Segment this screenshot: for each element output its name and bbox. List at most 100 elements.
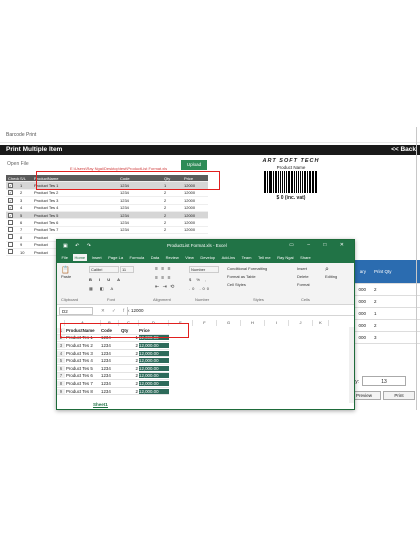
table-row[interactable]: 6 Product Tes 6 1234 2 12000 <box>6 219 208 227</box>
cell-code[interactable]: 1234 <box>101 351 119 356</box>
print-row[interactable]: 000 2 <box>347 284 420 296</box>
tab-data[interactable]: Data <box>149 254 160 261</box>
tab-add-ins[interactable]: Add-ins <box>220 254 237 261</box>
print-cell-qty[interactable]: 1 <box>368 311 420 316</box>
row-checkbox[interactable]: ✓ <box>8 183 13 189</box>
row-checkbox[interactable] <box>8 226 13 232</box>
formula-input[interactable]: 12000 <box>127 307 351 315</box>
cell-code[interactable]: 1234 <box>101 381 119 386</box>
print-cell-qty[interactable]: 2 <box>368 287 420 292</box>
number-format-select[interactable]: Number <box>189 266 219 273</box>
tab-page-la[interactable]: Page La <box>107 254 125 261</box>
row-checkbox[interactable]: ✓ <box>8 205 13 211</box>
cell-qty[interactable]: 2 <box>119 358 139 363</box>
row-checkbox[interactable] <box>8 219 13 225</box>
cell-product-name[interactable]: Product Tes 4 <box>65 358 101 363</box>
search-icon[interactable]: ⌕ <box>325 266 337 274</box>
format-cells[interactable]: Format <box>297 282 310 287</box>
tab-tell-me[interactable]: Tell me <box>256 254 272 261</box>
column-header-h[interactable]: H <box>241 320 265 326</box>
cell-code[interactable]: 1234 <box>101 373 119 378</box>
table-row[interactable]: ✓ 2 Product Tes 2 1234 2 12000 <box>6 190 208 198</box>
cell-price[interactable]: 12,000.00 <box>139 350 169 356</box>
font-size-select[interactable]: 11 <box>120 266 134 273</box>
cell-code[interactable]: 1234 <box>101 343 119 348</box>
font-name-select[interactable]: Calibri <box>89 266 119 273</box>
row-checkbox[interactable] <box>8 241 13 247</box>
window-controls[interactable]: ▭ – □ ✕ <box>289 242 350 248</box>
bold-italic-underline[interactable]: B I U A <box>89 277 134 282</box>
cell-qty[interactable]: 2 <box>119 343 139 348</box>
tab-view[interactable]: View <box>184 254 196 261</box>
column-header-i[interactable]: I <box>265 320 289 326</box>
cell-qty[interactable]: 2 <box>119 373 139 378</box>
table-row[interactable]: ✓ 4 Product Tes 4 1234 2 12000 <box>6 205 208 212</box>
tab-file[interactable]: File <box>60 254 69 261</box>
print-button[interactable]: Print <box>383 391 415 400</box>
cell-price[interactable]: 12,000.00 <box>139 388 169 394</box>
print-cell-qty[interactable]: 3 <box>368 335 420 340</box>
cell-product-name[interactable]: Product Tes 6 <box>65 373 101 378</box>
decimal-icons[interactable]: .0 .00 <box>189 286 219 291</box>
print-row[interactable]: 000 1 <box>347 308 420 320</box>
sheet-row[interactable]: 9 Product Tes 8 1234 2 12,000.00 <box>57 388 169 396</box>
open-file-button[interactable]: Open File <box>7 161 29 167</box>
cell-price[interactable]: 12,000.00 <box>139 358 169 364</box>
back-button[interactable]: << Back <box>391 146 416 153</box>
alignment-group[interactable]: ≡ ≡ ≡ ≡ ≡ ≡ ⇤ ⇥ ⟲ <box>155 266 175 290</box>
sheet-row[interactable]: 5 Product Tes 4 1234 2 12,000.00 <box>57 357 169 365</box>
tab-develop[interactable]: Develop <box>199 254 217 261</box>
cell-product-name[interactable]: Product Tes 3 <box>65 351 101 356</box>
cell-styles[interactable]: Cell Styles <box>227 282 267 287</box>
cell-product-name[interactable]: Product Tes 8 <box>65 389 101 394</box>
qty-stepper[interactable]: 13 <box>362 376 406 386</box>
name-box[interactable]: D2 <box>59 307 93 315</box>
conditional-formatting[interactable]: Conditional Formatting <box>227 266 267 271</box>
print-row[interactable]: 000 2 <box>347 296 420 308</box>
column-header-j[interactable]: J <box>289 320 313 326</box>
editing-button[interactable]: Editing <box>325 274 337 279</box>
tab-review[interactable]: Review <box>164 254 180 261</box>
sheet-row[interactable]: 6 Product Tes 5 1234 2 12,000.00 <box>57 365 169 373</box>
upload-button[interactable]: Upload <box>181 160 207 170</box>
delete-cells[interactable]: Delete <box>297 274 310 279</box>
table-row[interactable]: 7 Product Tes 7 1234 2 12000 <box>6 226 208 235</box>
sheet-row[interactable]: 4 Product Tes 3 1234 2 12,000.00 <box>57 350 169 358</box>
row-checkbox[interactable] <box>8 234 13 240</box>
print-row[interactable]: 000 3 <box>347 332 420 344</box>
cell-qty[interactable]: 2 <box>119 351 139 356</box>
quick-access-icons[interactable]: ▣ ↶ ↷ <box>63 243 94 249</box>
row-checkbox[interactable]: ✓ <box>8 197 13 203</box>
tab-home[interactable]: Home <box>72 254 87 261</box>
print-cell-qty[interactable]: 2 <box>368 299 420 304</box>
insert-cells[interactable]: Insert <box>297 266 310 271</box>
tab-ray-ngai[interactable]: Ray Ngai <box>276 254 295 261</box>
cell-price[interactable]: 12,000.00 <box>139 342 169 348</box>
cell-code[interactable]: 1234 <box>101 366 119 371</box>
vertical-scrollbar[interactable] <box>349 327 354 403</box>
tab-share[interactable]: Share <box>299 254 313 261</box>
paste-button[interactable]: Paste <box>61 274 71 279</box>
row-checkbox[interactable]: ✓ <box>8 190 13 196</box>
sheet-row[interactable]: 3 Product Tes 2 1234 2 12,000.00 <box>57 342 169 350</box>
column-header-f[interactable]: F <box>193 320 217 326</box>
cell-qty[interactable]: 2 <box>119 389 139 394</box>
cell-qty[interactable]: 2 <box>119 366 139 371</box>
tab-team[interactable]: Team <box>240 254 253 261</box>
cell-code[interactable]: 1234 <box>101 358 119 363</box>
cell-qty[interactable]: 2 <box>119 381 139 386</box>
number-icons[interactable]: $ % , <box>189 277 219 282</box>
row-checkbox[interactable] <box>8 249 13 255</box>
cell-price[interactable]: 12,000.00 <box>139 380 169 386</box>
sheet-tab[interactable]: Sheet1 <box>93 402 108 408</box>
print-row[interactable]: 000 2 <box>347 320 420 332</box>
format-as-table[interactable]: Format as Table <box>227 274 267 279</box>
sheet-row[interactable]: 8 Product Tes 7 1234 2 12,000.00 <box>57 380 169 388</box>
row-checkbox[interactable]: ✓ <box>8 212 13 218</box>
cell-product-name[interactable]: Product Tes 5 <box>65 366 101 371</box>
column-header-k[interactable]: K <box>313 320 329 326</box>
cell-product-name[interactable]: Product Tes 2 <box>65 343 101 348</box>
sheet-row[interactable]: 7 Product Tes 6 1234 2 12,000.00 <box>57 373 169 381</box>
cell-price[interactable]: 12,000.00 <box>139 373 169 379</box>
border-fill-icons[interactable]: ▦ ◧ A <box>89 286 134 291</box>
